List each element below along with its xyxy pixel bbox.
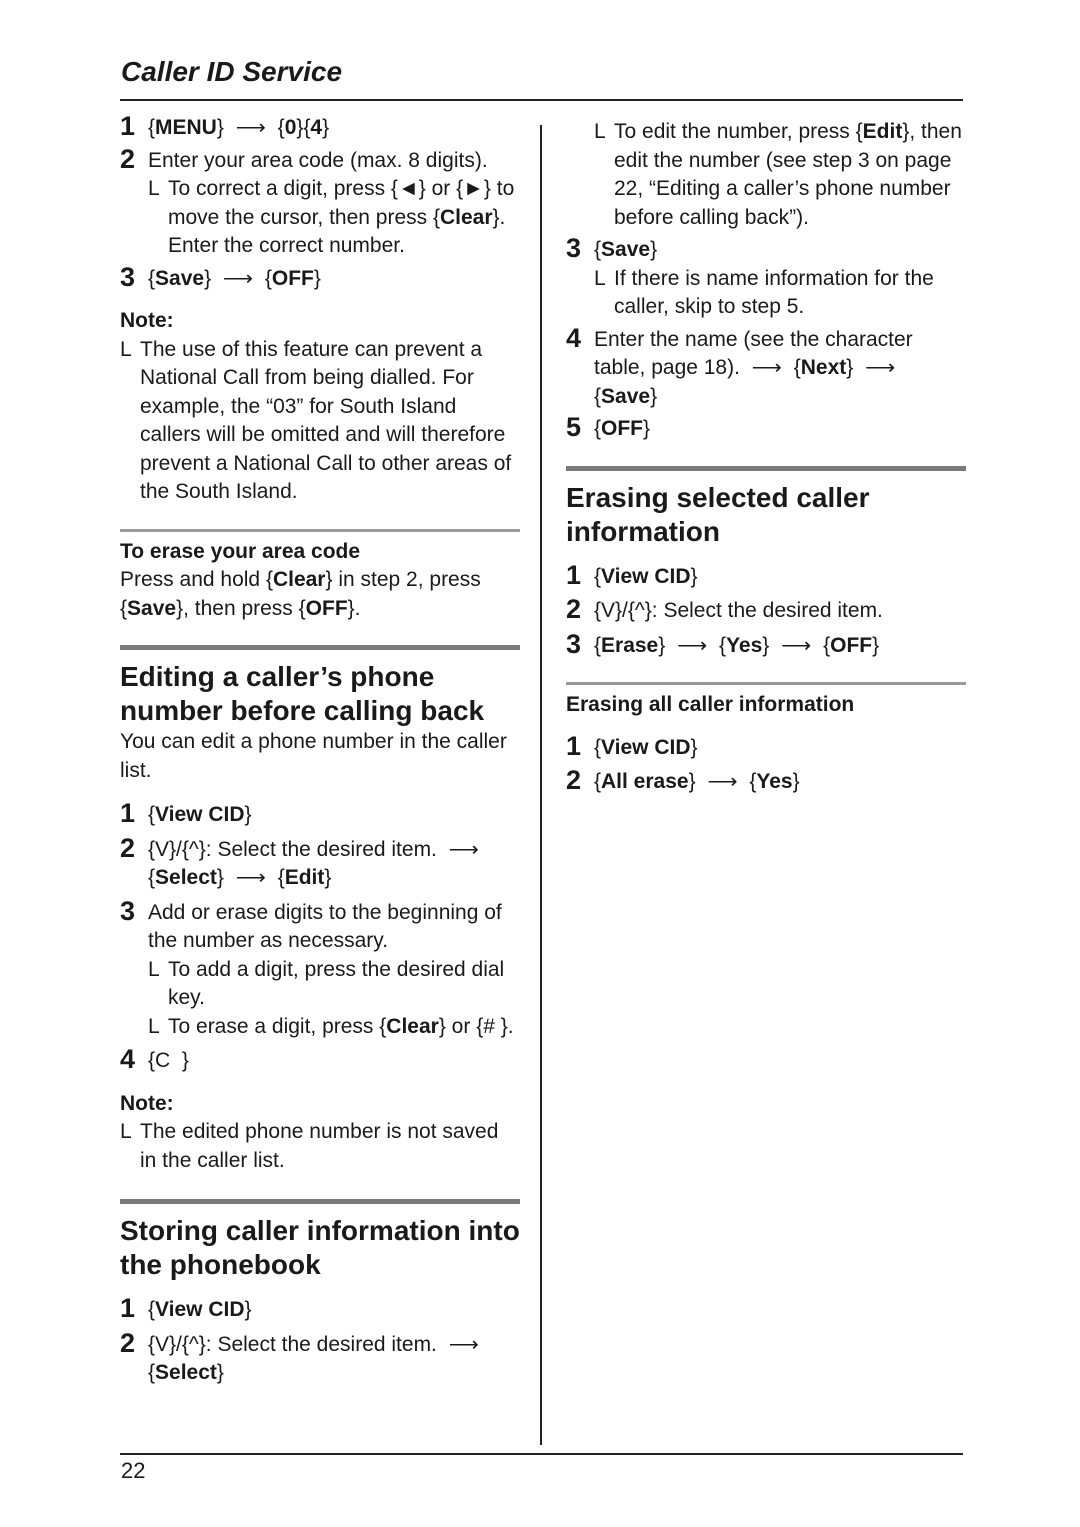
menu-key: {MENU} — [148, 116, 224, 139]
edit-number-sub-bullet: L To edit the number, press {Edit}, then… — [594, 120, 962, 229]
step-sub-bullet: L To erase a digit, press {Clear} or {# … — [148, 1013, 520, 1042]
arrow-icon: ⟶ — [781, 633, 812, 657]
section-rule — [120, 645, 520, 650]
right-column: L To edit the number, press {Edit}, then… — [566, 118, 966, 797]
arrow-icon: ⟶ — [222, 266, 254, 290]
erasing-selected-step-3: 3 {Erase} ⟶ {Yes} ⟶ {OFF} — [566, 628, 880, 659]
digit-key: {4} — [303, 116, 330, 139]
bullet-icon: L — [148, 177, 160, 200]
storing-step-3: 3 {Save} L If there is name information … — [566, 234, 966, 322]
view-cid-key: View CID — [155, 803, 245, 826]
erasing-selected-step-2: 2 {V}/{^}: Select the desired item. — [566, 594, 883, 624]
page-header-title: Caller ID Service — [121, 56, 343, 87]
editing-step-3: 3 Add or erase digits to the beginning o… — [120, 896, 520, 1042]
bullet-icon: L — [594, 266, 606, 290]
bullet-icon: L — [148, 957, 160, 981]
erase-area-code-text: Press and hold {Clear} in step 2, press … — [120, 568, 481, 620]
bullet-icon: L — [120, 1120, 132, 1143]
clear-key: Clear — [439, 205, 493, 229]
editing-step-4: 4 {C } — [120, 1044, 189, 1074]
section-rule — [120, 1199, 520, 1204]
editing-intro: You can edit a phone number in the calle… — [120, 730, 507, 782]
editing-step-1: 1 {View CID} — [120, 798, 252, 828]
step-sub-bullet: L To add a digit, press the desired dial… — [148, 957, 505, 1010]
erasing-selected-heading: Erasing selected caller information — [566, 481, 870, 547]
arrow-icon: ⟶ — [865, 356, 896, 379]
bullet-icon: L — [148, 1014, 160, 1038]
header-rule — [120, 99, 963, 101]
erase-area-code-heading: To erase your area code — [120, 539, 361, 563]
arrow-icon: ⟶ — [448, 1332, 479, 1356]
section-rule — [120, 528, 520, 532]
note-text: L The edited phone number is not saved i… — [120, 1120, 499, 1172]
storing-section-heading: Storing caller information into the phon… — [120, 1215, 520, 1280]
footer-rule — [120, 1453, 963, 1455]
arrow-icon: ⟶ — [235, 116, 266, 139]
page-number: 22 — [121, 1458, 146, 1483]
storing-step-2: 2 {V}/{^}: Select the desired item. ⟶ {S… — [120, 1327, 479, 1384]
arrow-icon: ⟶ — [751, 356, 782, 379]
arrow-icon: ⟶ — [677, 633, 708, 657]
arrow-icon: ⟶ — [707, 770, 738, 793]
setup-step-3: 3 {Save} ⟶ {OFF} — [120, 261, 321, 292]
section-rule — [566, 682, 966, 685]
note-text: L The use of this feature can prevent a … — [120, 337, 512, 504]
bullet-icon: L — [120, 337, 132, 361]
storing-step-5: 5 {OFF} — [566, 412, 651, 442]
storing-step-4: 4 Enter the name (see the character tabl… — [566, 322, 913, 408]
arrow-icon: ⟶ — [235, 866, 266, 889]
save-key: Save — [155, 266, 205, 290]
editing-step-2: 2 {V}/{^}: Select the desired item. ⟶ {S… — [120, 833, 520, 893]
note-label: Note: — [120, 309, 174, 332]
step-sub-bullet: L To correct a digit, press {◄} or {►} t… — [148, 177, 515, 257]
step-sub-bullet: L If there is name information for the c… — [594, 266, 934, 319]
column-divider — [540, 125, 542, 1445]
off-key: OFF — [271, 266, 314, 290]
left-arrow-key: ◄ — [397, 177, 419, 200]
step-number: 2 — [120, 143, 136, 174]
step-number: 3 — [120, 261, 136, 292]
setup-step-1: 1 {MENU} ⟶ {0}{4} — [120, 111, 520, 143]
erasing-all-step-2: 2 {All erase} ⟶ {Yes} — [566, 765, 800, 795]
right-arrow-key: ► — [463, 177, 484, 200]
setup-step-2: 2 Enter your area code (max. 8 digits). … — [120, 143, 520, 261]
storing-step-1: 1 {View CID} — [120, 1293, 252, 1323]
section-rule — [566, 465, 966, 471]
arrow-icon: ⟶ — [448, 837, 479, 861]
erasing-all-heading: Erasing all caller information — [566, 693, 855, 716]
step-number: 1 — [120, 111, 136, 141]
left-column: 1 {MENU} ⟶ {0}{4} 2 Enter your area code… — [120, 111, 520, 1388]
step-text: Enter your area code (max. 8 digits). — [148, 148, 488, 172]
editing-section-heading: Editing a caller’s phone number before c… — [120, 661, 485, 726]
note-label: Note: — [120, 1091, 174, 1115]
bullet-icon: L — [594, 120, 606, 143]
digit-key: {0} — [277, 116, 304, 139]
erasing-all-step-1: 1 {View CID} — [566, 730, 698, 761]
erasing-selected-step-1: 1 {View CID} — [566, 559, 698, 590]
